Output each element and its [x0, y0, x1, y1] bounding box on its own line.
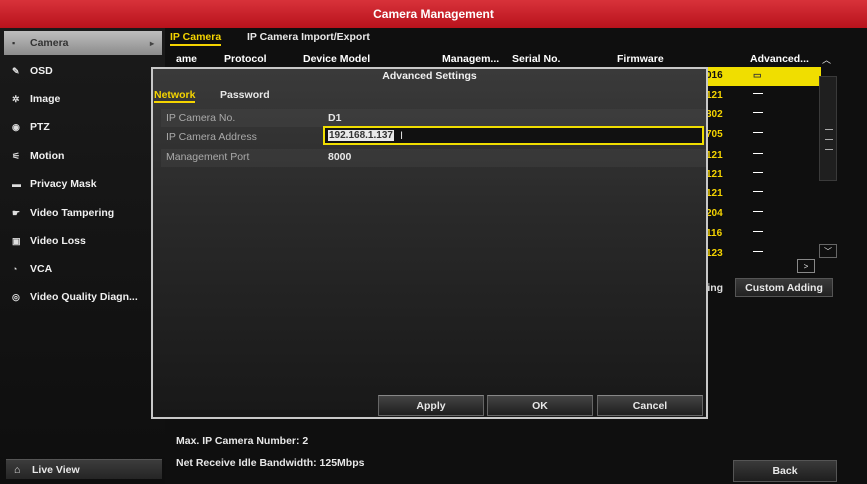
- ip-camera-address-input[interactable]: 192.168.1.137 I: [323, 126, 704, 145]
- management-port-label: Management Port: [166, 151, 250, 163]
- vertical-scrollbar[interactable]: [819, 76, 837, 181]
- back-button[interactable]: Back: [733, 460, 837, 482]
- tab-network[interactable]: Network: [154, 89, 196, 103]
- dialog-title: Advanced Settings: [382, 70, 477, 82]
- ip-camera-no-value: D1: [328, 112, 342, 124]
- sidebar-item-camera[interactable]: ▪ Camera ▸: [4, 31, 162, 55]
- camera-table-visible-rows: 016 ▭ 121 — 302 — 705 — 121 — 121 — 121 …: [703, 67, 821, 286]
- home-icon: ⌂: [14, 463, 21, 476]
- chevron-right-icon[interactable]: >: [797, 259, 815, 273]
- sidebar-item-label: Video Loss: [30, 235, 86, 247]
- table-row[interactable]: 121 —: [703, 87, 821, 106]
- table-row[interactable]: 016 ▭: [703, 67, 821, 86]
- camera-icon: ▪: [12, 38, 16, 48]
- sidebar-item-privacy-mask[interactable]: ▬ Privacy Mask: [4, 172, 162, 196]
- table-row[interactable]: 121 —: [703, 185, 821, 204]
- ip-camera-address-value: 192.168.1.137: [328, 130, 394, 141]
- column-header-management[interactable]: Managem...: [442, 53, 499, 65]
- column-header-serial-no[interactable]: Serial No.: [512, 53, 560, 65]
- tab-password[interactable]: Password: [220, 89, 270, 101]
- sidebar-item-video-tampering[interactable]: ☛ Video Tampering: [4, 201, 162, 225]
- column-header-advanced[interactable]: Advanced...: [750, 53, 809, 65]
- tab-ip-camera[interactable]: IP Camera: [170, 31, 222, 46]
- live-view-label: Live View: [32, 463, 80, 476]
- apply-button[interactable]: Apply: [378, 395, 484, 416]
- sidebar: ▪ Camera ▸ ✎ OSD ✲ Image ◉ PTZ ⚟ Motion …: [0, 28, 165, 484]
- vca-icon: ◔: [12, 264, 18, 274]
- sidebar-item-video-loss[interactable]: ▣ Video Loss: [4, 229, 162, 253]
- sidebar-item-label: Video Tampering: [30, 207, 115, 219]
- sidebar-item-video-quality-diagnostics[interactable]: ◎ Video Quality Diagn...: [4, 285, 162, 309]
- image-icon: ✲: [12, 93, 20, 104]
- text-cursor-icon: I: [399, 129, 404, 142]
- motion-icon: ⚟: [12, 150, 21, 161]
- table-row[interactable]: 705 —: [703, 126, 821, 145]
- column-header-firmware[interactable]: Firmware: [617, 53, 664, 65]
- sidebar-item-label: Camera: [30, 37, 69, 49]
- chevron-down-icon[interactable]: ﹀: [819, 244, 837, 258]
- table-row[interactable]: 121 —: [703, 166, 821, 185]
- column-header-protocol[interactable]: Protocol: [224, 53, 267, 65]
- window-title-bar: Camera Management: [0, 0, 867, 28]
- live-view-button[interactable]: ⌂ Live View: [6, 459, 162, 479]
- sidebar-item-label: Motion: [30, 150, 65, 162]
- video-loss-icon: ▣: [12, 235, 21, 246]
- sidebar-item-osd[interactable]: ✎ OSD: [4, 59, 162, 83]
- column-header-name[interactable]: ame: [176, 53, 197, 65]
- window-title: Camera Management: [373, 7, 494, 21]
- table-row[interactable]: 121 —: [703, 147, 821, 166]
- cancel-button[interactable]: Cancel: [597, 395, 703, 416]
- sidebar-item-ptz[interactable]: ◉ PTZ: [4, 115, 162, 139]
- ok-button[interactable]: OK: [487, 395, 593, 416]
- sidebar-item-label: VCA: [30, 263, 53, 275]
- sidebar-item-motion[interactable]: ⚟ Motion: [4, 144, 162, 168]
- advanced-settings-dialog: Advanced Settings Network Password IP Ca…: [151, 67, 708, 419]
- video-tampering-icon: ☛: [12, 207, 21, 218]
- video-quality-icon: ◎: [12, 291, 20, 302]
- sidebar-item-label: Image: [30, 93, 61, 105]
- sidebar-item-label: PTZ: [30, 121, 50, 133]
- sidebar-item-label: Video Quality Diagn...: [30, 291, 138, 303]
- table-row[interactable]: 302 —: [703, 106, 821, 125]
- osd-icon: ✎: [12, 65, 20, 76]
- sidebar-item-image[interactable]: ✲ Image: [4, 87, 162, 111]
- chevron-up-icon[interactable]: ︿: [822, 53, 831, 66]
- column-header-device-model[interactable]: Device Model: [303, 53, 370, 65]
- privacy-mask-icon: ▬: [12, 179, 21, 189]
- table-row[interactable]: 204 —: [703, 205, 821, 224]
- sidebar-item-label: OSD: [30, 65, 53, 77]
- tab-ip-camera-import-export[interactable]: IP Camera Import/Export: [247, 31, 370, 43]
- ptz-icon: ◉: [12, 121, 20, 132]
- max-ip-camera-number: Max. IP Camera Number: 2: [176, 435, 309, 447]
- net-receive-idle-bandwidth: Net Receive Idle Bandwidth: 125Mbps: [176, 457, 365, 469]
- advanced-settings-icon[interactable]: ▭: [753, 70, 762, 81]
- sidebar-item-label: Privacy Mask: [30, 178, 97, 190]
- custom-adding-button[interactable]: Custom Adding: [735, 278, 833, 297]
- ip-camera-address-label: IP Camera Address: [166, 131, 257, 143]
- management-port-value[interactable]: 8000: [328, 151, 351, 163]
- sidebar-item-vca[interactable]: ◔ VCA: [4, 257, 162, 281]
- table-row[interactable]: 116 —: [703, 225, 821, 244]
- chevron-right-icon: ▸: [149, 38, 154, 48]
- ip-camera-no-label: IP Camera No.: [166, 112, 236, 124]
